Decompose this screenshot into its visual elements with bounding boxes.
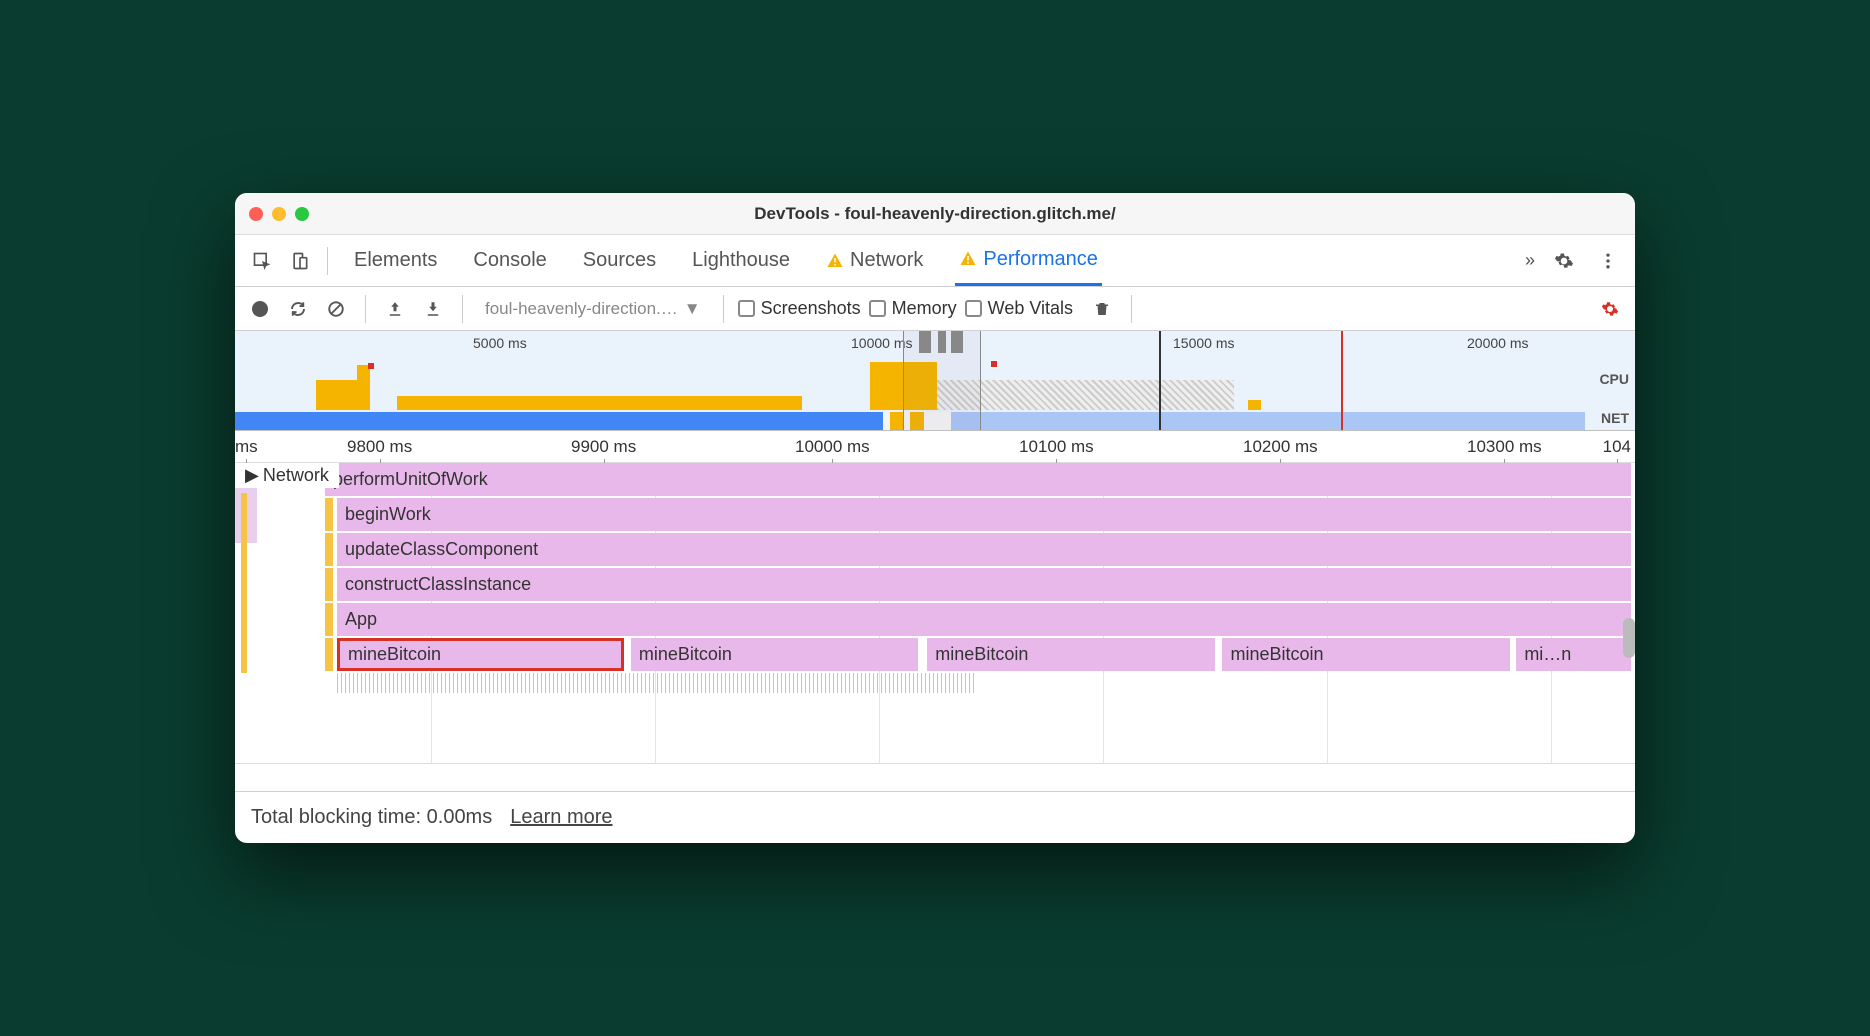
web-vitals-checkbox[interactable]: Web Vitals <box>965 298 1073 319</box>
timeline-marker <box>1159 331 1161 430</box>
divider <box>462 295 463 323</box>
detail-time-ruler[interactable]: ms 9800 ms 9900 ms 10000 ms 10100 ms 102… <box>235 431 1635 463</box>
titlebar: DevTools - foul-heavenly-direction.glitc… <box>235 193 1635 235</box>
overview-tick: 20000 ms <box>1467 335 1528 351</box>
flame-bar[interactable]: mi…n <box>1516 638 1631 671</box>
checkbox-icon <box>869 300 886 317</box>
download-profile-icon[interactable] <box>418 294 448 324</box>
collapse-chevron-icon: ▶ <box>245 465 259 486</box>
flame-bar[interactable] <box>325 568 333 601</box>
tab-elements[interactable]: Elements <box>350 236 441 286</box>
flame-chart[interactable]: performUnitOfWork beginWork updateClassC… <box>325 463 1631 705</box>
ruler-tick: 9900 ms <box>571 437 636 457</box>
warning-icon <box>826 252 844 270</box>
panel-tabs: Elements Console Sources Lighthouse Netw… <box>350 236 1513 286</box>
profile-selector-dropdown[interactable]: foul-heavenly-direction.… ▼ <box>477 299 709 319</box>
track-gutter <box>235 463 257 763</box>
flame-bar[interactable]: constructClassInstance <box>337 568 1631 601</box>
event-marker <box>368 363 374 369</box>
more-tabs-chevron-icon[interactable]: » <box>1517 250 1543 271</box>
dropdown-chevron-icon: ▼ <box>684 299 701 319</box>
reload-button[interactable] <box>283 294 313 324</box>
inspect-element-icon[interactable] <box>245 244 279 278</box>
learn-more-link[interactable]: Learn more <box>510 806 612 829</box>
capture-settings-gear-icon[interactable] <box>1595 294 1625 324</box>
devtools-window: DevTools - foul-heavenly-direction.glitc… <box>235 193 1635 843</box>
ruler-tick: 104 <box>1603 437 1631 457</box>
kebab-menu-icon[interactable] <box>1591 244 1625 278</box>
checkbox-icon <box>738 300 755 317</box>
flame-bar[interactable]: beginWork <box>337 498 1631 531</box>
ruler-tick: 10200 ms <box>1243 437 1318 457</box>
tab-performance[interactable]: Performance <box>955 236 1102 286</box>
total-blocking-time: Total blocking time: 0.00ms <box>251 806 492 829</box>
performance-toolbar: foul-heavenly-direction.… ▼ Screenshots … <box>235 287 1635 331</box>
delete-profile-icon[interactable] <box>1087 294 1117 324</box>
flame-bar[interactable] <box>325 498 333 531</box>
spacer <box>235 763 1635 791</box>
divider <box>1131 295 1132 323</box>
overview-timeline[interactable]: 5000 ms 10000 ms 15000 ms 20000 ms CPU N… <box>235 331 1635 431</box>
flame-bar[interactable]: updateClassComponent <box>337 533 1631 566</box>
flame-bar-selected[interactable]: mineBitcoin <box>337 638 624 671</box>
performance-footer: Total blocking time: 0.00ms Learn more <box>235 791 1635 843</box>
ruler-tick: 10000 ms <box>795 437 870 457</box>
selection-window[interactable] <box>903 331 981 430</box>
net-label: NET <box>1601 410 1629 426</box>
tab-sources[interactable]: Sources <box>579 236 660 286</box>
panel-tabs-row: Elements Console Sources Lighthouse Netw… <box>235 235 1635 287</box>
device-toolbar-icon[interactable] <box>283 244 317 278</box>
flame-bar[interactable]: mineBitcoin <box>631 638 918 671</box>
warning-icon <box>959 250 977 268</box>
flame-bar[interactable]: performUnitOfWork <box>325 463 1631 496</box>
upload-profile-icon[interactable] <box>380 294 410 324</box>
ruler-tick: ms <box>235 437 258 457</box>
divider <box>723 295 724 323</box>
screenshots-checkbox[interactable]: Screenshots <box>738 298 861 319</box>
ruler-tick: 10100 ms <box>1019 437 1094 457</box>
flame-chart-area[interactable]: ▶ Network performUnitOfWork beginWork up… <box>235 463 1635 763</box>
tab-network[interactable]: Network <box>822 236 927 286</box>
event-marker <box>991 361 997 367</box>
timeline-marker <box>1341 331 1343 430</box>
record-button[interactable] <box>245 294 275 324</box>
flame-bar[interactable] <box>325 603 333 636</box>
cpu-label: CPU <box>1599 371 1629 387</box>
flame-bar[interactable]: App <box>337 603 1631 636</box>
flame-bar[interactable]: mineBitcoin <box>1222 638 1509 671</box>
settings-gear-icon[interactable] <box>1547 244 1581 278</box>
overview-tick: 15000 ms <box>1173 335 1234 351</box>
flame-bar[interactable]: mineBitcoin <box>927 638 1214 671</box>
clear-button[interactable] <box>321 294 351 324</box>
memory-checkbox[interactable]: Memory <box>869 298 957 319</box>
flame-children-ticks <box>337 673 1631 703</box>
tab-console[interactable]: Console <box>469 236 550 286</box>
checkbox-icon <box>965 300 982 317</box>
overview-tick: 5000 ms <box>473 335 527 351</box>
divider <box>365 295 366 323</box>
flame-bar[interactable] <box>325 533 333 566</box>
window-title: DevTools - foul-heavenly-direction.glitc… <box>235 204 1635 224</box>
flame-bar[interactable] <box>325 638 333 671</box>
ruler-tick: 9800 ms <box>347 437 412 457</box>
ruler-tick: 10300 ms <box>1467 437 1542 457</box>
network-track-header[interactable]: ▶ Network <box>235 463 339 488</box>
scrollbar-thumb[interactable] <box>1623 618 1635 658</box>
tab-lighthouse[interactable]: Lighthouse <box>688 236 794 286</box>
divider <box>327 247 328 275</box>
